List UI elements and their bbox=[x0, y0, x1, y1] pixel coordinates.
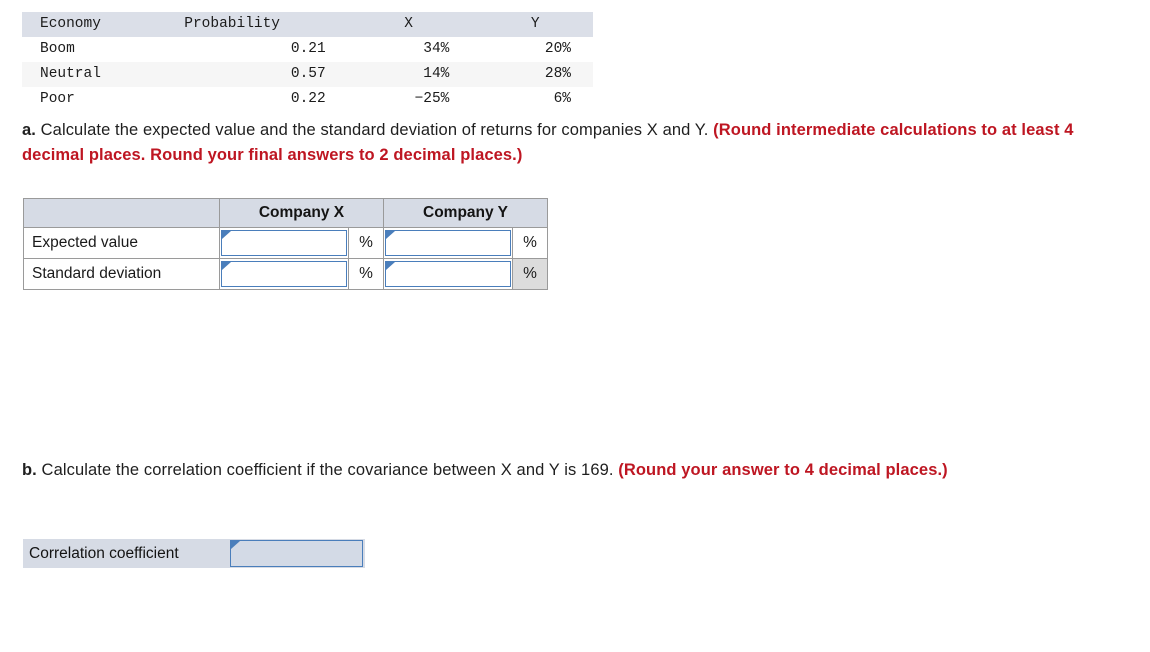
table-row: Poor 0.22 −25% 6% bbox=[22, 87, 593, 112]
question-b-body: Calculate the correlation coefficient if… bbox=[36, 461, 619, 479]
expected-value-x-input[interactable] bbox=[221, 230, 347, 256]
correlation-coefficient-row: Correlation coefficient bbox=[23, 539, 365, 568]
answer-header-company-y: Company Y bbox=[383, 198, 548, 228]
table-row: Expected value % % bbox=[23, 227, 548, 259]
column-header-y: Y bbox=[530, 16, 540, 32]
correlation-coefficient-label: Correlation coefficient bbox=[29, 544, 179, 562]
question-a-body: Calculate the expected value and the sta… bbox=[35, 121, 714, 139]
standard-deviation-x-cell[interactable] bbox=[219, 258, 349, 290]
question-a-text: a. Calculate the expected value and the … bbox=[22, 118, 1100, 168]
expected-value-x-unit: % bbox=[348, 227, 384, 259]
scenario-table-body: Boom 0.21 34% 20% Neutral 0.57 14% 28% P… bbox=[22, 37, 593, 112]
table-row: Standard deviation % % bbox=[23, 258, 548, 290]
scenario-header-row: Economy Probability X Y bbox=[22, 12, 593, 37]
expected-value-x-cell[interactable] bbox=[219, 227, 349, 259]
answer-table-head: Company X Company Y bbox=[23, 198, 548, 228]
cell-probability: 0.22 bbox=[290, 91, 326, 107]
standard-deviation-y-unit: % bbox=[512, 258, 548, 290]
cell-probability: 0.21 bbox=[290, 41, 326, 57]
answer-table-part-a: Company X Company Y Expected value % % S… bbox=[23, 198, 548, 290]
expected-value-y-cell[interactable] bbox=[383, 227, 513, 259]
cell-x: −25% bbox=[414, 91, 450, 107]
column-header-economy: Economy bbox=[40, 16, 101, 32]
answer-header-blank bbox=[23, 198, 220, 228]
cell-x: 34% bbox=[423, 41, 450, 57]
cell-x: 14% bbox=[423, 66, 450, 82]
correlation-coefficient-input[interactable] bbox=[230, 540, 363, 567]
column-header-x: X bbox=[404, 16, 413, 32]
cell-y: 20% bbox=[544, 41, 571, 57]
cell-y: 6% bbox=[553, 91, 571, 107]
row-label-expected-value: Expected value bbox=[23, 227, 220, 259]
cell-economy: Boom bbox=[40, 41, 75, 57]
question-b-text: b. Calculate the correlation coefficient… bbox=[22, 458, 1100, 483]
cell-y: 28% bbox=[544, 66, 571, 82]
question-b-label: b. bbox=[22, 461, 37, 479]
table-row: Neutral 0.57 14% 28% bbox=[22, 62, 593, 87]
standard-deviation-y-cell[interactable] bbox=[383, 258, 513, 290]
scenario-table-head: Economy Probability X Y bbox=[22, 12, 593, 37]
cell-probability: 0.57 bbox=[290, 66, 326, 82]
standard-deviation-x-unit: % bbox=[348, 258, 384, 290]
column-header-probability: Probability bbox=[184, 16, 280, 32]
answer-header-company-x: Company X bbox=[219, 198, 384, 228]
cell-economy: Poor bbox=[40, 91, 75, 107]
table-row: Boom 0.21 34% 20% bbox=[22, 37, 593, 62]
question-a-label: a. bbox=[22, 121, 36, 139]
scenario-data-table: Economy Probability X Y Boom 0.21 34% 20… bbox=[22, 12, 593, 112]
correlation-coefficient-input-cell[interactable] bbox=[230, 540, 363, 567]
answer-table-body: Expected value % % Standard deviation % … bbox=[23, 227, 548, 290]
question-b-rounding-note: (Round your answer to 4 decimal places.) bbox=[618, 461, 948, 479]
answer-header-row: Company X Company Y bbox=[23, 198, 548, 228]
expected-value-y-input[interactable] bbox=[385, 230, 511, 256]
cell-economy: Neutral bbox=[40, 66, 101, 82]
row-label-standard-deviation: Standard deviation bbox=[23, 258, 220, 290]
standard-deviation-y-input[interactable] bbox=[385, 261, 511, 287]
expected-value-y-unit: % bbox=[512, 227, 548, 259]
standard-deviation-x-input[interactable] bbox=[221, 261, 347, 287]
